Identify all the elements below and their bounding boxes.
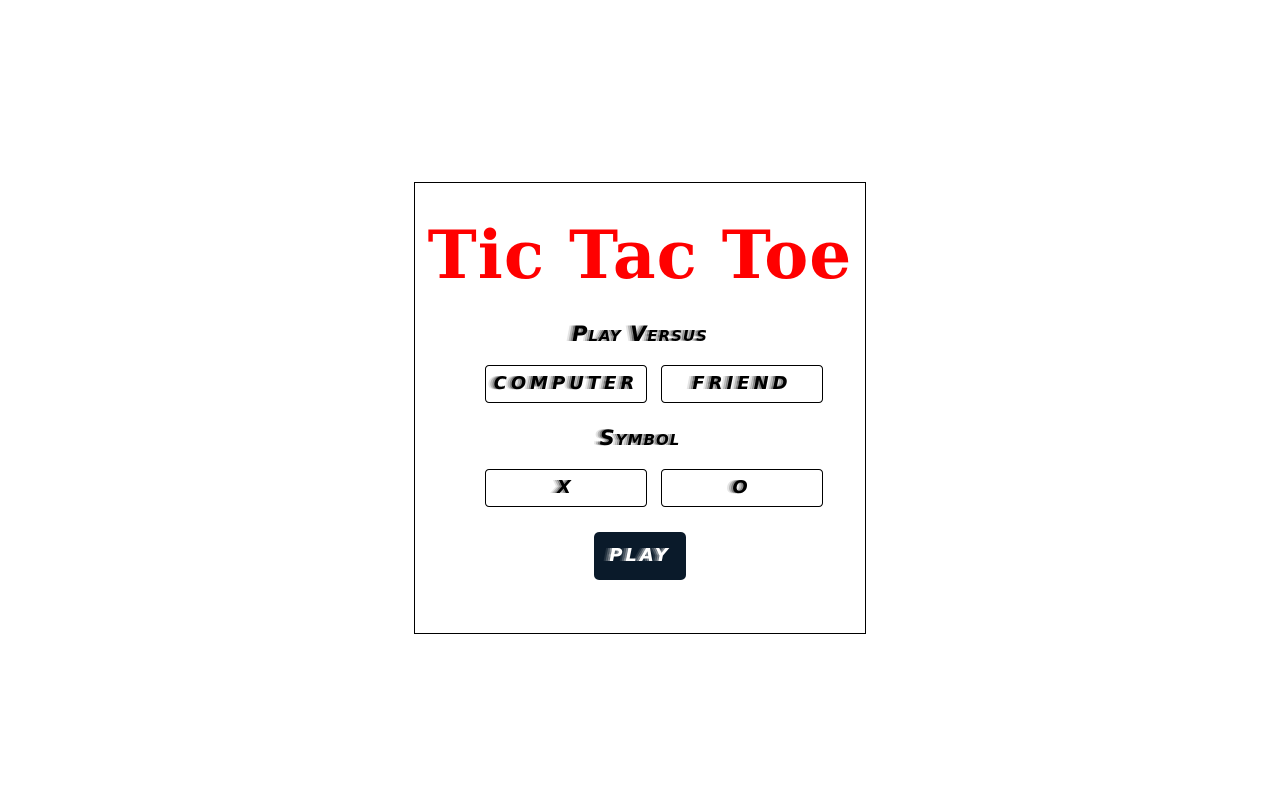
game-setup-panel: Tic Tac Toe Play Versus COMPUTER FRIEND … <box>414 182 866 634</box>
play-button[interactable]: PLAY <box>594 532 686 580</box>
symbol-o-button[interactable]: O <box>661 469 823 507</box>
game-title: Tic Tac Toe <box>427 216 853 294</box>
versus-friend-button[interactable]: FRIEND <box>661 365 823 403</box>
play-versus-label: Play Versus <box>572 322 708 346</box>
symbol-label: Symbol <box>599 426 681 450</box>
page: Tic Tac Toe Play Versus COMPUTER FRIEND … <box>0 0 1280 800</box>
versus-computer-button[interactable]: COMPUTER <box>485 365 647 403</box>
symbol-x-button[interactable]: X <box>485 469 647 507</box>
